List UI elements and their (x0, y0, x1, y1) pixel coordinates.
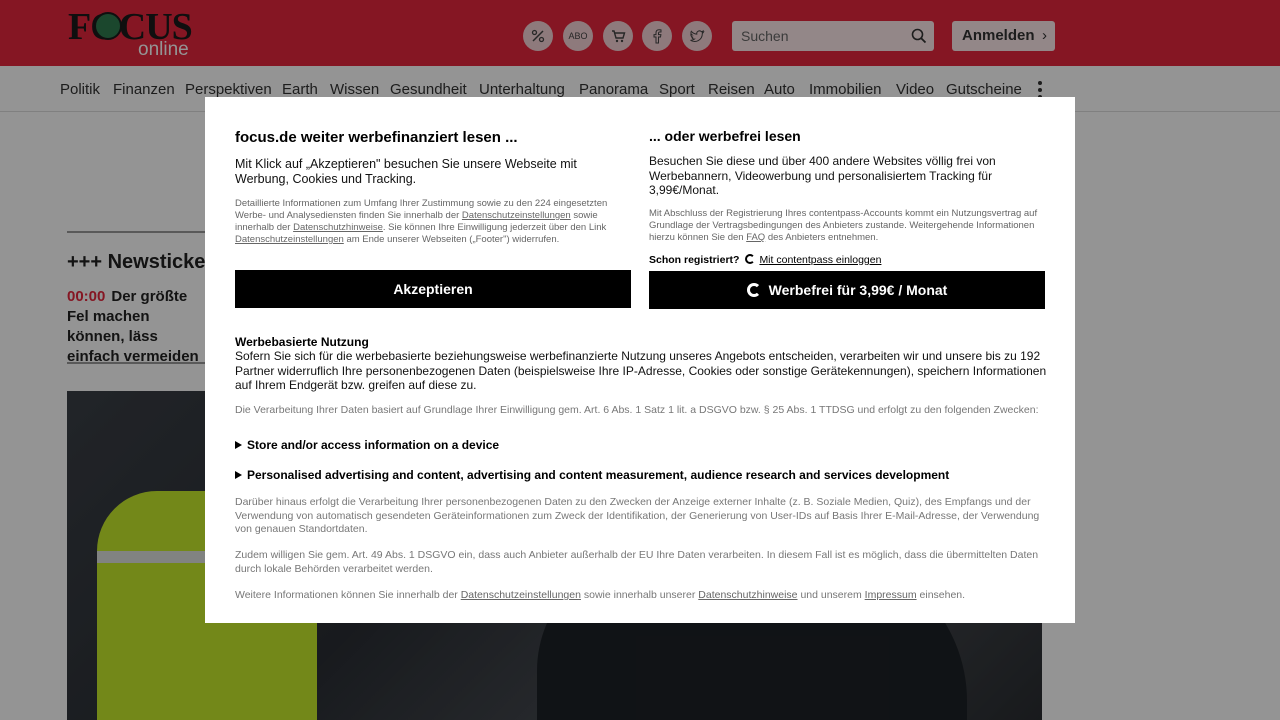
further-info-text: Weitere Informationen können Sie innerha… (235, 589, 1050, 602)
legal-basis-text: Die Verarbeitung Ihrer Daten basiert auf… (235, 404, 1039, 416)
ad-financed-details: Detaillierte Informationen zum Umfang Ih… (235, 198, 633, 246)
footer-text: und unserem (800, 589, 862, 601)
privacy-notice-link[interactable]: Datenschutzhinweise (698, 589, 797, 601)
ad-free-button-label: Werbefrei für 3,99€ / Monat (768, 282, 948, 298)
ad-free-heading: ... oder werbefrei lesen (649, 128, 801, 144)
imprint-link[interactable]: Impressum (865, 589, 917, 601)
third-country-text: Zudem willigen Sie gem. Art. 49 Abs. 1 D… (235, 549, 1039, 575)
ad-financed-heading: focus.de weiter werbefinanziert lesen ..… (235, 129, 518, 146)
ad-free-subscribe-button[interactable]: Werbefrei für 3,99€ / Monat (649, 271, 1045, 309)
footer-text: einsehen. (919, 589, 966, 601)
faq-link[interactable]: FAQ (746, 232, 765, 243)
contentpass-icon (746, 283, 761, 297)
purpose-label: Personalised advertising and content, ad… (247, 468, 950, 482)
detail-text: . Sie können Ihre Einwilligung jederzeit… (382, 222, 607, 233)
privacy-settings-link[interactable]: Datenschutzeinstellungen (462, 210, 571, 221)
already-registered-label: Schon registriert? (649, 254, 740, 266)
already-registered-row: Schon registriert? Mit contentpass einlog… (649, 254, 881, 266)
ad-based-usage-text: Sofern Sie sich für die werbebasierte be… (235, 349, 1047, 392)
ad-free-intro: Besuchen Sie diese und über 400 andere W… (649, 154, 996, 197)
contentpass-icon (745, 254, 756, 264)
further-processing-text: Darüber hinaus erfolgt die Verarbeitung … (235, 496, 1040, 535)
privacy-notice-link[interactable]: Datenschutzhinweise (293, 222, 383, 233)
footer-text: sowie innerhalb unserer (583, 589, 696, 601)
detail-text: des Anbieters entnehmen. (767, 232, 879, 243)
privacy-settings-link[interactable]: Datenschutzeinstellungen (235, 234, 344, 245)
ad-free-details: Mit Abschluss der Registrierung Ihres co… (649, 208, 1049, 244)
privacy-settings-link[interactable]: Datenschutzeinstellungen (461, 589, 581, 601)
purpose-expander-storage[interactable]: Store and/or access information on a dev… (235, 438, 499, 452)
ad-based-usage-title: Werbebasierte Nutzung (235, 335, 369, 349)
consent-dialog: focus.de weiter werbefinanziert lesen ..… (205, 97, 1075, 623)
purpose-label: Store and/or access information on a dev… (247, 438, 500, 452)
ad-financed-intro: Mit Klick auf „Akzeptieren" besuchen Sie… (235, 157, 577, 186)
detail-text: am Ende unserer Webseiten („Footer") wid… (346, 234, 560, 245)
contentpass-login-link[interactable]: Mit contentpass einloggen (759, 254, 881, 266)
footer-text: Weitere Informationen können Sie innerha… (235, 589, 458, 601)
triangle-right-icon (235, 441, 242, 449)
triangle-right-icon (235, 471, 242, 479)
accept-button[interactable]: Akzeptieren (235, 270, 631, 308)
purpose-expander-advertising[interactable]: Personalised advertising and content, ad… (235, 468, 949, 482)
